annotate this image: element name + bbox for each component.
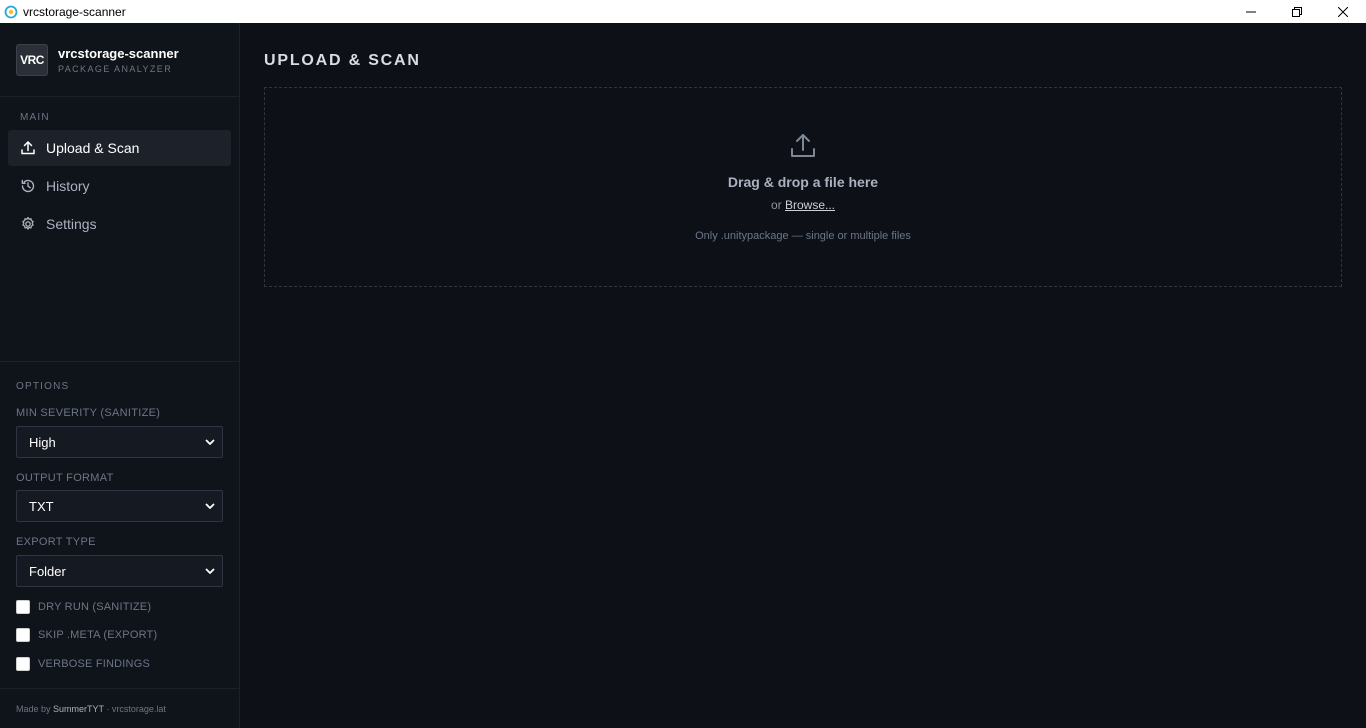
brand-header: VRC vrcstorage-scanner PACKAGE ANALYZER (0, 23, 239, 97)
options-section-label: OPTIONS (16, 381, 70, 392)
restore-icon (1292, 6, 1302, 17)
output-format-value: TXT (29, 498, 54, 514)
window-titlebar: vrcstorage-scanner (0, 0, 1366, 23)
main-content: UPLOAD & SCAN Drag & drop a file here or… (241, 23, 1366, 728)
skip-meta-checkbox[interactable] (16, 628, 30, 642)
sidebar-footer: Made by SummerTYT · vrcstorage.lat (16, 704, 166, 714)
footer-made-by: Made by (16, 704, 54, 714)
chevron-down-icon (205, 568, 215, 574)
export-type-label: EXPORT TYPE (16, 536, 96, 548)
dry-run-option[interactable]: DRY RUN (SANITIZE) (16, 600, 151, 614)
file-dropzone[interactable]: Drag & drop a file here or Browse... Onl… (264, 87, 1342, 287)
dropzone-or-text: or (770, 198, 785, 212)
export-type-value: Folder (29, 563, 66, 579)
footer-author-link[interactable]: SummerTYT (53, 704, 104, 714)
upload-icon (791, 134, 815, 157)
close-icon (1338, 6, 1348, 17)
verbose-findings-label: VERBOSE FINDINGS (38, 658, 150, 670)
min-severity-label: MIN SEVERITY (SANITIZE) (16, 407, 161, 419)
window-controls (1228, 0, 1366, 23)
divider (0, 361, 239, 362)
dropzone-hint: Only .unitypackage — single or multiple … (695, 230, 911, 242)
sidebar-nav: Upload & Scan History Settings (8, 130, 231, 244)
verbose-findings-option[interactable]: VERBOSE FINDINGS (16, 657, 150, 671)
sidebar-item-settings[interactable]: Settings (8, 206, 231, 242)
restore-button[interactable] (1274, 0, 1320, 23)
sidebar-item-label: Settings (46, 216, 97, 232)
app-icon (4, 5, 18, 19)
footer-site-link[interactable]: vrcstorage.lat (112, 704, 166, 714)
close-button[interactable] (1320, 0, 1366, 23)
chevron-down-icon (205, 503, 215, 509)
brand-subtitle: PACKAGE ANALYZER (58, 63, 173, 74)
main-section-label: MAIN (20, 112, 50, 123)
dropzone-title: Drag & drop a file here (727, 174, 879, 190)
minimize-icon (1246, 11, 1256, 12)
sidebar-item-label: Upload & Scan (46, 140, 140, 156)
output-format-select[interactable]: TXT (16, 490, 223, 522)
min-severity-select[interactable]: High (16, 426, 223, 458)
history-icon (20, 178, 36, 194)
upload-icon (20, 140, 36, 156)
skip-meta-label: SKIP .META (EXPORT) (38, 629, 158, 641)
footer-separator: · (103, 704, 112, 714)
browse-link[interactable]: Browse... (785, 198, 835, 212)
sidebar-item-label: History (46, 178, 90, 194)
logo: VRC (16, 43, 48, 76)
dry-run-label: DRY RUN (SANITIZE) (38, 601, 152, 613)
dropzone-or-line: or Browse... (265, 198, 1341, 212)
min-severity-value: High (29, 434, 56, 450)
verbose-findings-checkbox[interactable] (16, 657, 30, 671)
brand-name: vrcstorage-scanner (58, 45, 179, 61)
window-title: vrcstorage-scanner (23, 4, 126, 19)
divider (0, 688, 239, 689)
skip-meta-option[interactable]: SKIP .META (EXPORT) (16, 628, 157, 642)
chevron-down-icon (205, 439, 215, 445)
sidebar-item-history[interactable]: History (8, 168, 231, 204)
gear-icon (20, 216, 36, 232)
output-format-label: OUTPUT FORMAT (16, 472, 114, 484)
brand-text: vrcstorage-scanner PACKAGE ANALYZER (58, 46, 179, 74)
page-title: UPLOAD & SCAN (264, 52, 421, 69)
dry-run-checkbox[interactable] (16, 600, 30, 614)
export-type-select[interactable]: Folder (16, 555, 223, 587)
minimize-button[interactable] (1228, 0, 1274, 23)
sidebar: VRC vrcstorage-scanner PACKAGE ANALYZER … (0, 23, 240, 728)
sidebar-item-upload-scan[interactable]: Upload & Scan (8, 130, 231, 166)
